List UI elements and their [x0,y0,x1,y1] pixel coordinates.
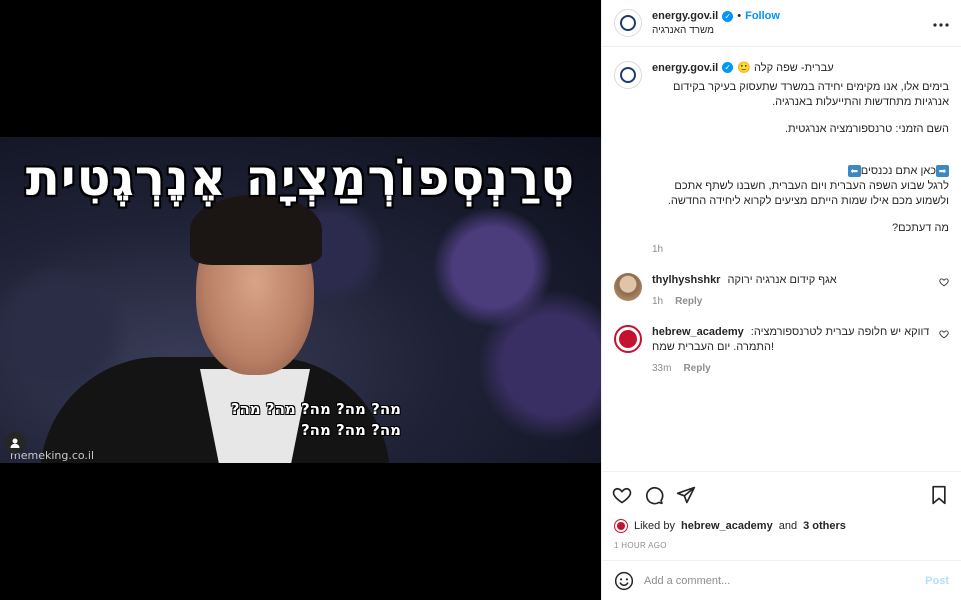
liker-avatar[interactable] [614,519,628,533]
comment-username[interactable]: hebrew_academy [652,326,744,338]
emoji-smiley-icon[interactable] [614,571,634,591]
comment-time[interactable]: 33m [652,363,671,374]
caption-paragraph-1: בימים אלו, אנו מקימים יחידה במשרד שתעסוק… [672,81,949,108]
meme-caption-line1: מה? מה? מה? מה? מה? [230,400,401,418]
academy-logo-icon [617,522,625,530]
caption-paragraph-3: לרגל שבוע השפה העברית ויום העברית, חשבנו… [667,180,949,207]
likes-prefix: Liked by [634,520,675,532]
comments-section[interactable]: energy.gov.il ✓ עברית- שפה קלה 🙂 בימים א… [602,47,961,471]
post-time[interactable]: 1 HOUR AGO [602,535,961,560]
caption-username[interactable]: energy.gov.il [652,62,718,74]
ministry-seal-icon [620,15,636,31]
post-sidebar: energy.gov.il ✓ • Follow משרד האנרגיה en… [601,0,961,600]
comment-like-heart-icon[interactable] [939,329,949,339]
meme-image: טְרַנְסְפוֹרְמַצְיָה אֶנֶרְגֶטִית מה? מה… [0,137,601,463]
comment-text-line: thylhyshshkr אגף קידום אנרגיה ירוקה [652,273,931,288]
commenter-avatar[interactable] [614,273,642,301]
post-comment-button[interactable]: Post [925,575,949,587]
header-text: energy.gov.il ✓ • Follow משרד האנרגיה [652,10,780,36]
caption-avatar[interactable] [614,61,642,89]
likes-others[interactable]: 3 others [803,520,846,532]
comment-bubble-icon[interactable] [644,485,664,505]
add-comment-input[interactable] [644,574,916,587]
add-comment-bar: Post [602,560,961,600]
caption-paragraph-3-head: ➡כאן אתם נכנסים⬅ [652,149,949,179]
more-options-icon[interactable] [933,14,949,32]
post-header: energy.gov.il ✓ • Follow משרד האנרגיה [602,0,961,47]
user-tag-icon[interactable] [4,432,26,454]
likes-and: and [778,520,798,532]
left-arrow-emoji-icon: ⬅ [847,165,861,178]
right-arrow-emoji-icon: ➡ [936,165,949,178]
comment-body: hebrew_academy דווקא יש חלופה עברית לטרנ… [652,325,949,374]
meme-caption: מה? מה? מה? מה? מה? מה? מה? מה? [181,399,401,441]
ministry-seal-icon [620,67,636,83]
academy-logo-icon [619,330,637,348]
caption-body: energy.gov.il ✓ עברית- שפה קלה 🙂 בימים א… [652,61,949,255]
account-avatar[interactable] [614,9,642,37]
instagram-post: טְרַנְסְפוֹרְמַצְיָה אֶנֶרְגֶטִית מה? מה… [0,0,961,600]
caption-title: עברית- שפה קלה 🙂 [737,62,834,74]
like-heart-icon[interactable] [612,485,632,505]
comment-item: thylhyshshkr אגף קידום אנרגיה ירוקה 1h R… [614,273,949,307]
verified-badge-icon: ✓ [722,10,734,22]
reply-button[interactable]: Reply [683,363,710,374]
comment-body: thylhyshshkr אגף קידום אנרגיה ירוקה 1h R… [652,273,949,307]
caption-paragraph-3-prefix: כאן אתם נכנסים [860,165,936,177]
share-send-icon[interactable] [676,485,696,505]
reply-button[interactable]: Reply [675,296,702,307]
separator-dot: • [737,10,742,22]
header-username[interactable]: energy.gov.il [652,10,718,22]
comment-meta: 1h Reply [652,296,931,307]
post-caption: energy.gov.il ✓ עברית- שפה קלה 🙂 בימים א… [614,61,949,255]
follow-button[interactable]: Follow [745,10,780,22]
comment-time[interactable]: 1h [652,296,663,307]
header-line: energy.gov.il ✓ • Follow [652,10,780,22]
likes-user[interactable]: hebrew_academy [681,520,773,532]
comment-text: אגף קידום אנרגיה ירוקה [727,274,837,286]
likes-summary: Liked by hebrew_academy and 3 others [602,517,961,535]
caption-head: energy.gov.il ✓ עברית- שפה קלה 🙂 [652,61,949,75]
action-bar [602,471,961,517]
comment-username[interactable]: thylhyshshkr [652,274,720,286]
caption-time[interactable]: 1h [652,244,949,255]
caption-paragraph-4: מה דעתכם? [891,222,949,234]
post-media[interactable]: טְרַנְסְפוֹרְמַצְיָה אֶנֶרְגֶטִית מה? מה… [0,0,601,600]
comment-item: hebrew_academy דווקא יש חלופה עברית לטרנ… [614,325,949,374]
meme-title: טְרַנְסְפוֹרְמַצְיָה אֶנֶרְגֶטִית [25,149,576,207]
header-location[interactable]: משרד האנרגיה [652,25,780,36]
commenter-avatar[interactable] [614,325,642,353]
save-bookmark-icon[interactable] [929,485,949,505]
comment-like-heart-icon[interactable] [939,277,949,287]
comment-meta: 33m Reply [652,363,931,374]
comment-text-line: hebrew_academy דווקא יש חלופה עברית לטרנ… [652,325,931,355]
meme-caption-line2: מה? מה? מה? [300,421,401,439]
caption-paragraph-2: השם הזמני: טרנספורמציה אנרגטית. [784,123,949,135]
verified-badge-icon: ✓ [722,62,734,73]
